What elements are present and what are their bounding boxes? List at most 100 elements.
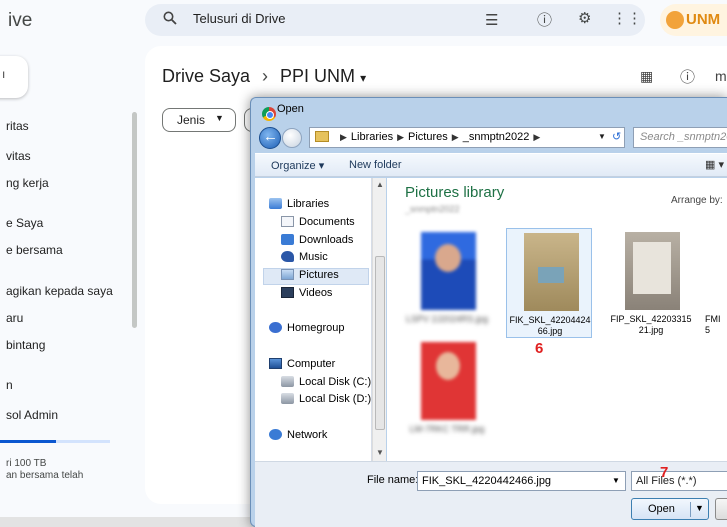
sidebar-item[interactable]: sol Admin [6,408,58,422]
pictures-icon [281,269,294,280]
breadcrumb-separator: › [262,66,269,86]
refresh-icon[interactable]: ↺ [612,130,621,143]
open-button-divider [690,502,691,517]
help-icon[interactable]: ⓘ [537,9,552,30]
sidebar-item[interactable]: aru [6,311,23,325]
breadcrumb-current-folder[interactable]: PPI UNM [280,66,355,86]
sidebar-item[interactable]: e Saya [6,216,43,230]
path-separator-icon[interactable]: ▶ [452,132,459,142]
scrollbar-thumb[interactable] [375,256,385,430]
navigation-scrollbar[interactable]: ▲ ▼ [372,178,386,461]
organize-menu[interactable]: Organize ▾ [271,159,324,172]
sidebar-item[interactable]: agikan kepada saya [6,284,113,298]
path-separator-icon[interactable]: ▶ [397,132,404,142]
file-name-value[interactable]: FIK_SKL_4220442466.jpg [422,475,551,487]
chevron-down-icon: ▼ [215,113,224,123]
sidebar-item[interactable]: n [6,378,13,392]
documents-icon [281,216,294,227]
dialog-footer: File name: FIK_SKL_4220442466.jpg ▼ All … [255,461,727,527]
file-type-select[interactable]: All Files (*.*) [631,471,727,491]
sidebar-item[interactable]: e bersama [6,243,63,257]
apps-grid-icon[interactable]: ⋮⋮ [612,9,642,27]
nav-documents[interactable]: Documents [281,216,355,228]
address-path[interactable]: ▶ Libraries ▶ Pictures ▶ _snmptn2022 ▶ [336,131,544,143]
file-name-input[interactable]: FIK_SKL_4220442466.jpg ▼ [417,471,626,491]
open-button[interactable]: Open ▼ [631,498,709,520]
folder-menu-caret[interactable]: ▾ [360,71,366,85]
step-annotation: 7 [660,464,669,481]
arrange-by-menu[interactable]: Arrange by: [671,195,723,206]
new-button-label: ı [2,67,6,81]
info-icon[interactable]: ⓘ [680,66,695,87]
open-button-label: Open [648,503,675,515]
new-folder-button[interactable]: New folder [349,159,402,171]
drive-search-bar[interactable]: Telusuri di Drive ☰ [145,4,645,36]
back-button[interactable] [259,127,281,149]
address-bar[interactable]: ▶ Libraries ▶ Pictures ▶ _snmptn2022 ▶ ▼ ↺ [309,127,625,148]
account-badge[interactable]: UNM [660,4,727,36]
unm-logo-icon [666,11,684,29]
file-item[interactable]: FIP_SKL_42203315 21.jpg [608,228,694,338]
disk-icon [281,376,294,387]
dialog-search-placeholder: Search _snmptn2022 [640,131,727,143]
sidebar-scrollbar[interactable] [132,112,137,328]
search-placeholder[interactable]: Telusuri di Drive [193,11,285,26]
file-thumbnail [421,342,476,420]
grid-view-icon[interactable]: ▦ [640,68,653,85]
change-view-icon[interactable]: ▦ ▾ [705,158,724,171]
dialog-search-field[interactable]: Search _snmptn2022 [633,127,727,148]
sidebar-item[interactable]: bintang [6,338,45,352]
drive-header: ive Telusuri di Drive ☰ ⓘ ⚙ ⋮⋮ UNM [0,0,727,46]
new-button[interactable]: ı [0,56,28,98]
file-item-selected[interactable]: FIK_SKL_42204424 66.jpg [506,228,592,338]
nav-music[interactable]: Music [281,251,328,263]
file-name: FIK_SKL_42204424 66.jpg [509,315,591,336]
scroll-down-arrow-icon[interactable]: ▼ [376,448,384,457]
file-thumbnail [625,232,680,310]
sidebar-item[interactable]: ng kerja [6,176,49,190]
libraries-icon [269,198,282,209]
path-separator-icon[interactable]: ▶ [533,132,540,142]
filter-type-chip[interactable]: Jenis ▼ [162,108,236,132]
nav-computer[interactable]: Computer [269,358,335,370]
nav-local-disk-c[interactable]: Local Disk (C:) [281,376,371,388]
breadcrumb: Drive Saya › PPI UNM ▾ [162,66,366,87]
file-thumbnail [421,232,476,310]
search-icon[interactable] [163,11,177,25]
file-thumbnail [524,233,579,311]
sidebar-item[interactable]: ritas [6,119,29,133]
nav-videos[interactable]: Videos [281,287,332,299]
path-segment[interactable]: Pictures [408,131,448,143]
search-options-icon[interactable]: ☰ [485,11,498,29]
forward-button[interactable] [282,128,302,148]
settings-icon[interactable]: ⚙ [578,9,591,27]
nav-libraries[interactable]: Libraries [269,198,329,210]
breadcrumb-root[interactable]: Drive Saya [162,66,250,86]
file-name: LSPV 2J2024RS.jpg [405,314,489,324]
file-name: FMI 5 [705,314,721,335]
path-segment[interactable]: Libraries [351,131,393,143]
open-options-arrow-icon[interactable]: ▼ [695,503,704,513]
file-item[interactable]: FMI 5 [705,228,727,338]
storage-text-line2: an bersama telah [6,470,84,481]
address-history-dropdown[interactable]: ▼ [598,132,606,141]
nav-downloads[interactable]: Downloads [281,234,353,246]
sidebar-item[interactable]: vitas [6,149,31,163]
nav-homegroup[interactable]: Homegroup [269,322,344,334]
file-name-dropdown-icon[interactable]: ▼ [612,476,620,485]
nav-local-disk-d[interactable]: Local Disk (D:) [281,393,371,405]
file-list-view: Pictures library _snmptn2022 Arrange by:… [387,178,727,461]
path-separator-icon[interactable]: ▶ [340,132,347,142]
file-name: FIP_SKL_42203315 21.jpg [610,314,692,335]
file-item[interactable]: LM-7RKC TRR.jpg [404,338,490,448]
path-segment[interactable]: _snmptn2022 [463,131,530,143]
scroll-up-arrow-icon[interactable]: ▲ [376,180,384,189]
nav-network[interactable]: Network [269,429,327,441]
library-title: Pictures library [405,184,505,201]
network-icon [269,429,282,440]
filter-type-label: Jenis [177,113,206,127]
file-item[interactable]: LSPV 2J2024RS.jpg [404,228,490,338]
cancel-button[interactable] [715,498,727,520]
videos-icon [281,287,294,298]
nav-pictures[interactable]: Pictures [281,269,339,281]
